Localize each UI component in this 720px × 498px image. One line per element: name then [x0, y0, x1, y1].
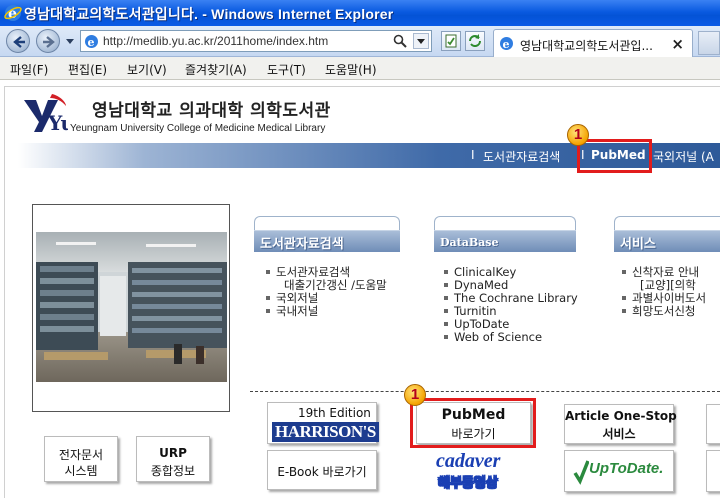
library-title-english: Yeungnam University College of Medicine …	[70, 123, 326, 134]
forward-arrow-icon	[43, 36, 55, 48]
cadaver-subtitle: 해부동영상	[438, 476, 498, 492]
menu-tools[interactable]: 도구(T)	[267, 61, 306, 78]
pubmed-button-highlight-box	[410, 398, 536, 448]
svg-text:e: e	[88, 36, 95, 49]
harrisons-button[interactable]: 19th Edition HARRISON'S	[267, 402, 379, 444]
compatibility-icon	[445, 34, 457, 48]
library-title-korean[interactable]: 영남대학교 의과대학 의학도서관	[92, 96, 331, 121]
menu-file[interactable]: 파일(F)	[10, 61, 48, 78]
panel-database: DataBase ClinicalKey DynaMed The Cochran…	[434, 216, 578, 366]
annotation-badge: 1	[404, 384, 426, 406]
address-dropdown-button[interactable]	[413, 33, 429, 49]
ebook-link-button[interactable]: E-Book 바로가기	[267, 450, 377, 490]
window-title: 영남대학교의학도서관입니다. - Windows Internet Explor…	[24, 6, 394, 22]
tab-label: 영남대학교의학도서관입...	[520, 39, 653, 53]
cadaver-logo-text: cadaver	[436, 450, 501, 472]
tab-page-icon: e	[500, 37, 513, 51]
refresh-icon	[469, 34, 481, 47]
tab-close-icon[interactable]: ×	[671, 35, 684, 53]
panel-list: 신착자료 안내 [교양][의학 과별사이버도서 희망도서신청	[620, 266, 706, 318]
library-photo	[36, 232, 227, 382]
uptodate-check-icon	[573, 460, 589, 485]
new-tab-button[interactable]	[698, 31, 720, 55]
uptodate-logo-text: UpToDate.	[589, 460, 664, 477]
back-button[interactable]	[6, 29, 30, 53]
urp-info-button[interactable]: URP 종합정보	[136, 436, 210, 482]
list-item[interactable]: 희망도서신청	[620, 305, 706, 318]
window-titlebar: e 영남대학교의학도서관입니다. - Windows Internet Expl…	[0, 0, 720, 26]
refresh-button[interactable]	[465, 31, 485, 51]
uptodate-button[interactable]: UpToDate.	[564, 450, 674, 492]
menu-view[interactable]: 보기(V)	[127, 61, 167, 78]
compatibility-view-button[interactable]	[441, 31, 461, 51]
page-icon: e	[85, 35, 98, 49]
navigation-bar: e http://medlib.yu.ac.kr/2011home/index.…	[0, 26, 720, 57]
panel-title[interactable]: DataBase	[440, 236, 499, 249]
svg-text:e: e	[503, 38, 510, 51]
panel-title[interactable]: 서비스	[620, 233, 656, 252]
university-logo[interactable]: Yu	[22, 92, 68, 134]
internet-explorer-icon: e	[4, 5, 22, 22]
forward-button[interactable]	[36, 29, 60, 53]
panel-library-search: 도서관자료검색 도서관자료검색 대출기간갱신 /도움말 국외저널 국내저널	[254, 216, 400, 366]
address-bar[interactable]: e http://medlib.yu.ac.kr/2011home/index.…	[80, 30, 432, 52]
e-document-system-button[interactable]: 전자문서 시스템	[44, 436, 118, 482]
partial-right-button[interactable]	[706, 450, 720, 492]
history-dropdown-icon[interactable]	[66, 39, 74, 44]
cadaver-button[interactable]: cadaver 해부동영상	[416, 450, 531, 492]
list-item[interactable]: Web of Science	[442, 331, 578, 344]
article-one-stop-button[interactable]: Article One-Stop 서비스	[564, 404, 677, 444]
library-interior-image	[36, 232, 227, 382]
panel-services: 서비스 신착자료 안내 [교양][의학 과별사이버도서 희망도서신청	[614, 216, 720, 366]
menu-bar: 파일(F) 편집(E) 보기(V) 즐겨찾기(A) 도구(T) 도움말(H)	[0, 57, 720, 80]
search-icon[interactable]	[393, 34, 407, 48]
partial-right-button[interactable]	[706, 404, 720, 444]
nav-separator: I	[471, 148, 475, 162]
panel-title[interactable]: 도서관자료검색	[260, 233, 344, 252]
logo-text: Yu	[47, 111, 68, 134]
back-arrow-icon	[13, 36, 25, 48]
nav-library-search[interactable]: 도서관자료검색	[483, 148, 560, 165]
dotted-divider	[250, 391, 720, 392]
annotation-badge: 1	[567, 124, 589, 146]
list-item[interactable]: 국내저널	[264, 305, 387, 318]
nav-foreign-journals[interactable]: 국외저널 (A	[653, 148, 714, 165]
browser-tab[interactable]: e 영남대학교의학도서관입... ×	[493, 29, 693, 57]
menu-help[interactable]: 도움말(H)	[325, 61, 377, 78]
menu-favorites[interactable]: 즐겨찾기(A)	[185, 61, 247, 78]
library-photo-frame	[32, 204, 230, 412]
panel-list: 도서관자료검색 대출기간갱신 /도움말 국외저널 국내저널	[264, 266, 387, 318]
pubmed-highlight-box	[577, 139, 652, 173]
panel-list: ClinicalKey DynaMed The Cochrane Library…	[442, 266, 578, 344]
url-text[interactable]: http://medlib.yu.ac.kr/2011home/index.ht…	[103, 34, 328, 48]
menu-edit[interactable]: 편집(E)	[68, 61, 107, 78]
harrisons-logo-text: HARRISON'S	[272, 422, 379, 442]
